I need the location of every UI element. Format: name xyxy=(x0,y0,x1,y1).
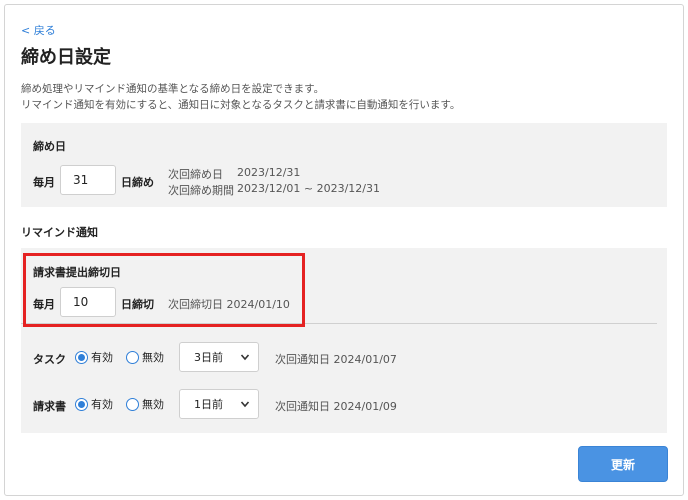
invoice-disabled-radio[interactable]: 無効 xyxy=(126,396,164,412)
remind-panel: 請求書提出締切日 毎月 日締切 次回締切日 2024/01/10 タスク 有効 … xyxy=(21,248,667,433)
task-disabled-radio[interactable]: 無効 xyxy=(126,349,164,365)
task-notify-select-value: 3日前 xyxy=(194,351,223,364)
next-period-value: 2023/12/01 ~ 2023/12/31 xyxy=(237,182,381,195)
invoice-enabled-label: 有効 xyxy=(91,398,113,411)
panel-divider xyxy=(21,323,657,324)
next-deadline-value: 2023/12/31 xyxy=(237,166,301,179)
page-title: 締め日設定 xyxy=(21,47,111,68)
invoice-notify-select-value: 1日前 xyxy=(194,398,223,411)
task-enabled-radio[interactable]: 有効 xyxy=(75,349,113,365)
task-row-label: タスク xyxy=(33,353,66,366)
remind-heading: リマインド通知 xyxy=(21,226,98,239)
next-period-label: 次回締め期間 xyxy=(168,184,234,197)
invoice-notify-select[interactable]: 1日前 xyxy=(179,389,259,419)
invoice-deadline-heading: 請求書提出締切日 xyxy=(33,266,121,279)
back-link[interactable]: < 戻る xyxy=(21,22,56,38)
task-notify-select[interactable]: 3日前 xyxy=(179,342,259,372)
deadline-prefix: 毎月 xyxy=(33,176,55,189)
settings-window: < 戻る 締め日設定 締め処理やリマインド通知の基準となる締め日を設定できます。… xyxy=(4,4,684,496)
invoice-deadline-suffix: 日締切 xyxy=(121,298,154,311)
task-enabled-label: 有効 xyxy=(91,351,113,364)
deadline-panel: 締め日 毎月 日締め 次回締め日 2023/12/31 次回締め期間 2023/… xyxy=(21,123,667,207)
invoice-deadline-prefix: 毎月 xyxy=(33,298,55,311)
page-description: 締め処理やリマインド通知の基準となる締め日を設定できます。 リマインド通知を有効… xyxy=(21,81,460,113)
invoice-enabled-radio[interactable]: 有効 xyxy=(75,396,113,412)
radio-unselected-icon xyxy=(126,350,139,364)
invoice-next-deadline: 次回締切日 2024/01/10 xyxy=(168,298,290,311)
deadline-day-input[interactable] xyxy=(60,165,116,195)
radio-selected-icon xyxy=(75,397,88,411)
invoice-row-label: 請求書 xyxy=(33,400,66,413)
deadline-suffix: 日締め xyxy=(121,176,154,189)
task-disabled-label: 無効 xyxy=(142,351,164,364)
description-line-2: リマインド通知を有効にすると、通知日に対象となるタスクと請求書に自動通知を行いま… xyxy=(21,99,461,111)
invoice-deadline-day-input[interactable] xyxy=(60,287,116,317)
invoice-disabled-label: 無効 xyxy=(142,398,164,411)
chevron-down-icon xyxy=(240,354,250,361)
update-button[interactable]: 更新 xyxy=(578,446,668,482)
chevron-down-icon xyxy=(240,401,250,408)
task-next-notify: 次回通知日 2024/01/07 xyxy=(275,353,397,366)
radio-unselected-icon xyxy=(126,397,139,411)
description-line-1: 締め処理やリマインド通知の基準となる締め日を設定できます。 xyxy=(21,83,325,95)
invoice-next-notify: 次回通知日 2024/01/09 xyxy=(275,400,397,413)
next-deadline-label: 次回締め日 xyxy=(168,168,223,181)
deadline-heading: 締め日 xyxy=(33,140,66,153)
radio-selected-icon xyxy=(75,350,88,364)
